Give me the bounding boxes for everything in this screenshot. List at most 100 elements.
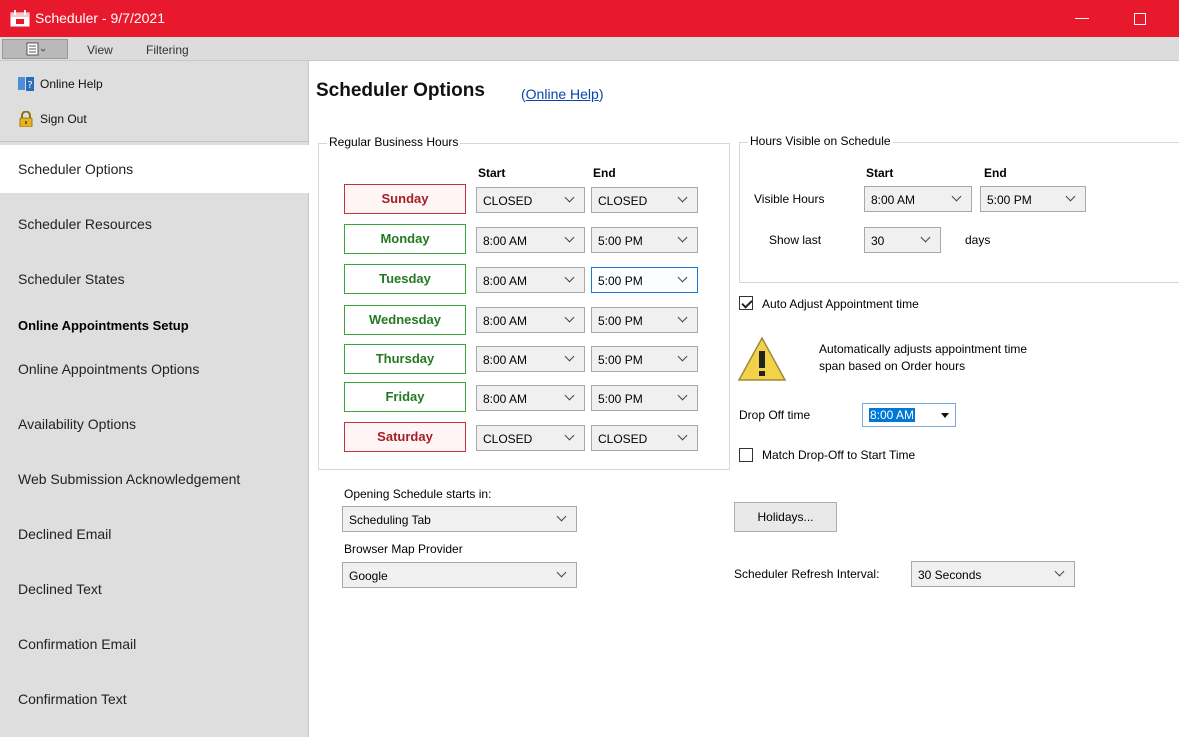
select-value: CLOSED bbox=[483, 194, 533, 208]
calendar-app-icon bbox=[10, 10, 30, 27]
sidebar-item-confirmation-text[interactable]: Confirmation Text bbox=[0, 675, 309, 723]
select-value: Google bbox=[349, 569, 388, 583]
show-last-label: Show last bbox=[769, 233, 822, 247]
map-provider-label: Browser Map Provider bbox=[344, 542, 463, 556]
refresh-interval-select[interactable]: 30 Seconds bbox=[911, 561, 1075, 587]
chevron-down-icon bbox=[951, 191, 963, 205]
chevron-down-icon bbox=[677, 312, 689, 326]
sidebar-item-availability-options[interactable]: Availability Options bbox=[0, 400, 309, 448]
friday-end-select[interactable]: 5:00 PM bbox=[591, 385, 698, 411]
select-value: Scheduling Tab bbox=[349, 513, 431, 527]
tuesday-start-select[interactable]: 8:00 AM bbox=[476, 267, 585, 293]
page-title: Scheduler Options bbox=[316, 80, 485, 101]
match-dropoff-label: Match Drop-Off to Start Time bbox=[762, 448, 916, 462]
select-value: 8:00 AM bbox=[483, 274, 528, 288]
select-value: 5:00 PM bbox=[598, 314, 643, 328]
monday-start-select[interactable]: 8:00 AM bbox=[476, 227, 585, 253]
auto-adjust-note-line2: span based on Order hours bbox=[819, 359, 966, 373]
sunday-start-select[interactable]: CLOSED bbox=[476, 187, 585, 213]
help-paren-close: ) bbox=[598, 86, 604, 102]
day-label-wednesday: Wednesday bbox=[344, 305, 466, 335]
select-value: 5:00 PM bbox=[598, 392, 643, 406]
minimize-button[interactable]: — bbox=[1068, 4, 1096, 30]
sidebar-online-help-link[interactable]: ? Online Help bbox=[18, 75, 128, 95]
tuesday-end-select[interactable]: 5:00 PM bbox=[591, 267, 698, 293]
chevron-down-icon bbox=[564, 272, 576, 286]
chevron-down-icon bbox=[1054, 566, 1066, 580]
visible-hours-label: Visible Hours bbox=[754, 192, 825, 206]
sidebar-item-declined-email[interactable]: Declined Email bbox=[0, 510, 309, 558]
auto-adjust-label: Auto Adjust Appointment time bbox=[762, 297, 919, 311]
sidebar-item-declined-text[interactable]: Declined Text bbox=[0, 565, 309, 613]
show-last-select[interactable]: 30 bbox=[864, 227, 941, 253]
sidebar-online-help-label: Online Help bbox=[40, 77, 103, 91]
auto-adjust-note: Automatically adjusts appointment time s… bbox=[819, 341, 1079, 375]
sidebar-item-confirmation-email[interactable]: Confirmation Email bbox=[0, 620, 309, 668]
menu-filtering[interactable]: Filtering bbox=[146, 43, 189, 57]
dropdown-arrow-icon[interactable] bbox=[941, 413, 949, 418]
wednesday-end-select[interactable]: 5:00 PM bbox=[591, 307, 698, 333]
days-label: days bbox=[965, 233, 991, 247]
chevron-down-icon bbox=[677, 272, 689, 286]
chevron-down-icon bbox=[564, 351, 576, 365]
chevron-down-icon bbox=[920, 232, 932, 246]
menu-view[interactable]: View bbox=[87, 43, 113, 57]
sidebar-sign-out-link[interactable]: Sign Out bbox=[18, 110, 128, 130]
holidays-button[interactable]: Holidays... bbox=[734, 502, 837, 532]
title-bar: Scheduler - 9/7/2021 — bbox=[0, 0, 1179, 37]
app-menu-button[interactable] bbox=[2, 39, 68, 59]
saturday-start-select[interactable]: CLOSED bbox=[476, 425, 585, 451]
chevron-down-icon bbox=[564, 232, 576, 246]
sidebar-item-label: Declined Email bbox=[18, 526, 112, 542]
opening-schedule-select[interactable]: Scheduling Tab bbox=[342, 506, 577, 532]
dropoff-time-label: Drop Off time bbox=[739, 408, 811, 422]
visible-hours-legend: Hours Visible on Schedule bbox=[748, 134, 893, 148]
sidebar-item-label: Scheduler Resources bbox=[18, 216, 152, 232]
day-label-friday: Friday bbox=[344, 382, 466, 412]
thursday-start-select[interactable]: 8:00 AM bbox=[476, 346, 585, 372]
visible-hours-group bbox=[739, 142, 1179, 283]
sidebar-item-label: Confirmation Email bbox=[18, 636, 137, 652]
chevron-down-icon bbox=[564, 312, 576, 326]
window-title: Scheduler - 9/7/2021 bbox=[35, 10, 165, 26]
warning-icon bbox=[737, 336, 787, 381]
select-value: 8:00 AM bbox=[871, 193, 916, 207]
chevron-down-icon bbox=[677, 192, 689, 206]
help-link-text[interactable]: Online Help bbox=[526, 86, 599, 102]
day-label-monday: Monday bbox=[344, 224, 466, 254]
match-dropoff-checkbox[interactable] bbox=[739, 448, 753, 462]
page-online-help-link[interactable]: (Online Help) bbox=[521, 86, 604, 102]
maximize-button[interactable] bbox=[1126, 4, 1154, 30]
sidebar-item-online-appointments-options[interactable]: Online Appointments Options bbox=[0, 345, 309, 393]
wednesday-start-select[interactable]: 8:00 AM bbox=[476, 307, 585, 333]
sidebar-item-label: Availability Options bbox=[18, 416, 137, 432]
sidebar-item-web-submission-acknowledgement[interactable]: Web Submission Acknowledgement bbox=[0, 455, 309, 503]
map-provider-select[interactable]: Google bbox=[342, 562, 577, 588]
menu-bar: View Filtering bbox=[0, 37, 1179, 61]
select-value: CLOSED bbox=[598, 194, 648, 208]
select-value: 5:00 PM bbox=[598, 274, 643, 288]
sidebar-section-online-appointments: Online Appointments Setup bbox=[18, 318, 189, 333]
dropoff-time-input[interactable]: 8:00 AM bbox=[862, 403, 956, 427]
chevron-down-icon bbox=[564, 390, 576, 404]
visible-start-select[interactable]: 8:00 AM bbox=[864, 186, 972, 212]
sidebar-item-label: Scheduler Options bbox=[18, 161, 134, 177]
friday-start-select[interactable]: 8:00 AM bbox=[476, 385, 585, 411]
saturday-end-select[interactable]: CLOSED bbox=[591, 425, 698, 451]
visible-end-select[interactable]: 5:00 PM bbox=[980, 186, 1086, 212]
dropoff-time-value: 8:00 AM bbox=[869, 408, 916, 422]
thursday-end-select[interactable]: 5:00 PM bbox=[591, 346, 698, 372]
sidebar-item-scheduler-options[interactable]: Scheduler Options bbox=[0, 145, 309, 193]
sunday-end-select[interactable]: CLOSED bbox=[591, 187, 698, 213]
select-value: 30 bbox=[871, 234, 885, 248]
select-value: 8:00 AM bbox=[483, 392, 528, 406]
sidebar-item-label: Online Appointments Options bbox=[18, 361, 200, 377]
chevron-down-icon bbox=[677, 351, 689, 365]
sidebar-item-scheduler-states[interactable]: Scheduler States bbox=[0, 255, 309, 303]
auto-adjust-checkbox[interactable] bbox=[739, 296, 753, 310]
auto-adjust-note-line1: Automatically adjusts appointment time bbox=[819, 342, 1028, 356]
monday-end-select[interactable]: 5:00 PM bbox=[591, 227, 698, 253]
sidebar-item-label: Confirmation Text bbox=[18, 691, 127, 707]
chevron-down-icon bbox=[677, 232, 689, 246]
sidebar-item-scheduler-resources[interactable]: Scheduler Resources bbox=[0, 200, 309, 248]
